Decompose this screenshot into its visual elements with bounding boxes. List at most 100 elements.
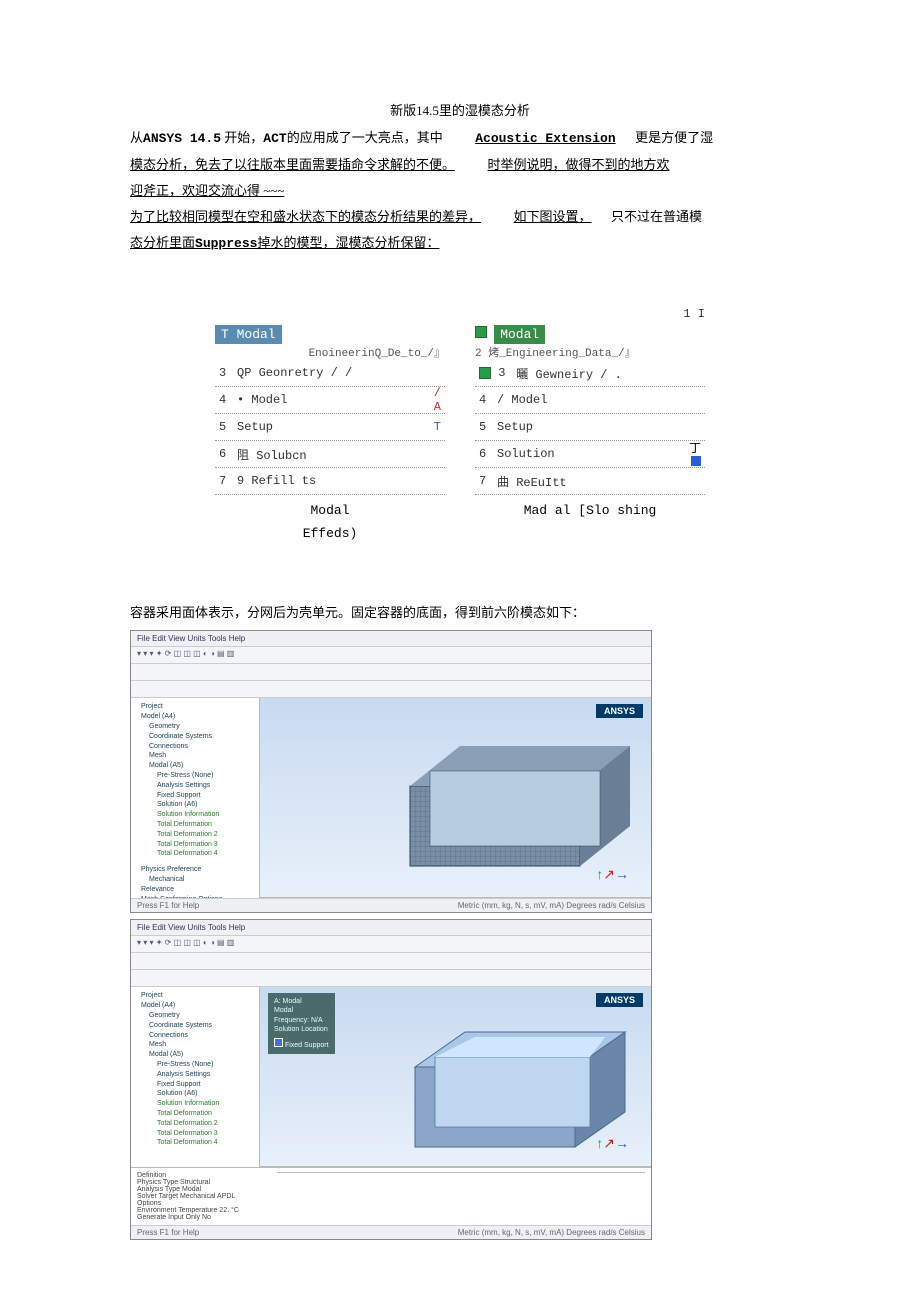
wb-cell-results[interactable]: 7曲 ReEuItt <box>475 468 705 495</box>
wb-foot-b: Mad al [Slo shing <box>475 503 705 518</box>
toolbar[interactable]: ▾ ▾ ▾ ✦ ⟳ ◫ ◫ ◫ ◐ ◑ ▤ ▥ <box>131 936 651 953</box>
details-row: Environment Temperature 22. °C <box>137 1207 257 1214</box>
wb-cell: 2 烤_Engineering_Data_/』 <box>475 344 705 360</box>
status-bar: Press F1 for Help Metric (mm, kg, N, s, … <box>131 1225 651 1239</box>
wb-header-b: Modal <box>494 325 545 344</box>
square-icon <box>479 367 491 379</box>
txt: 只不过在普通模 <box>611 209 702 224</box>
menubar[interactable]: File Edit View Units Tools Help <box>131 631 651 647</box>
tree-item[interactable]: Total Deformation 4 <box>135 849 255 859</box>
txt: 时举例说明，做得不到的地方欢 <box>488 152 670 178</box>
details-row: Mesh Conforming Options <box>135 895 255 899</box>
txt: Acoustic Extension <box>475 126 615 152</box>
wb-cell-setup[interactable]: 5SetupT <box>215 414 445 441</box>
wb-cell: EnoineerinQ_De_to_/』 <box>215 344 445 360</box>
txt: 从 <box>130 130 143 145</box>
tree-item[interactable]: Modal (A5) <box>135 761 255 771</box>
doc-title: 新版14.5里的湿模态分析 <box>130 100 790 119</box>
ansys-logo: ANSYS <box>596 993 643 1007</box>
menubar[interactable]: File Edit View Units Tools Help <box>131 920 651 936</box>
square-icon: 丁 <box>683 439 701 470</box>
axis-triad-icon: ↑↗→ <box>596 866 629 883</box>
tree-item[interactable]: Total Deformation <box>135 1109 255 1119</box>
details-pane[interactable]: Definition Physics Type Structural Analy… <box>131 1167 651 1225</box>
details-row: Physics Preference <box>135 865 255 875</box>
toolbar[interactable]: ▾ ▾ ▾ ✦ ⟳ ◫ ◫ ◫ ◐ ◑ ▤ ▥ <box>131 647 651 664</box>
view-legend: A: Modal Modal Frequency: N/A Solution L… <box>268 993 335 1053</box>
wb-cell-setup[interactable]: 5Setup <box>475 414 705 441</box>
toolbar-2[interactable] <box>131 664 651 681</box>
tree-item[interactable]: Total Deformation 3 <box>135 840 255 850</box>
tree-item[interactable]: Mesh <box>135 1040 255 1050</box>
status-left: Press F1 for Help <box>137 1228 199 1237</box>
graphics-view[interactable]: A: Modal Modal Frequency: N/A Solution L… <box>260 987 651 1167</box>
txt: ANSYS 14.5 <box>143 131 221 146</box>
ansys-mech-screenshot-1: File Edit View Units Tools Help ▾ ▾ ▾ ✦ … <box>130 630 652 913</box>
tree-item[interactable]: Geometry <box>135 1011 255 1021</box>
tree-item[interactable]: Pre-Stress (None) <box>135 771 255 781</box>
details-row: Analysis Type Modal <box>137 1186 257 1193</box>
txt: 如下图设置， <box>514 204 592 230</box>
wb-system-b: 1 I Modal 2 烤_Engineering_Data_/』 3曬 Gew… <box>475 307 705 541</box>
tree-item[interactable]: Coordinate Systems <box>135 732 255 742</box>
toolbar-2[interactable] <box>131 953 651 970</box>
status-right: Metric (mm, kg, N, s, mV, mA) Degrees ra… <box>458 1228 645 1237</box>
tree-item[interactable]: Connections <box>135 1031 255 1041</box>
ansys-mech-screenshot-2: File Edit View Units Tools Help ▾ ▾ ▾ ✦ … <box>130 919 652 1240</box>
outline-tree[interactable]: Project Model (A4) Geometry Coordinate S… <box>131 698 260 898</box>
status-bar: Press F1 for Help Metric (mm, kg, N, s, … <box>131 898 651 912</box>
workbench-schematic: T Modal EnoineerinQ_De_to_/』 3QP Geonret… <box>130 307 790 541</box>
tree-item[interactable]: Analysis Settings <box>135 781 255 791</box>
mesh-box-icon <box>380 716 660 876</box>
tree-item[interactable]: Total Deformation <box>135 820 255 830</box>
txt: 更是方便了湿 <box>635 130 713 145</box>
tree-item[interactable]: Total Deformation 2 <box>135 830 255 840</box>
tree-item[interactable]: Total Deformation 4 <box>135 1138 255 1148</box>
tree-item[interactable]: Connections <box>135 742 255 752</box>
wb-cell-solution[interactable]: 6Solution丁 <box>475 441 705 468</box>
tree-item[interactable]: Modal (A5) <box>135 1050 255 1060</box>
txt: 模态分析，免去了以往版本里面需要插命令求解的不便。 <box>130 152 455 178</box>
tree-item[interactable]: Solution (A6) <box>135 1089 255 1099</box>
graph-panel <box>277 1172 645 1213</box>
toolbar-3[interactable] <box>131 970 651 987</box>
tree-item[interactable]: Coordinate Systems <box>135 1021 255 1031</box>
wb-icon-b <box>475 326 487 338</box>
tree-item[interactable]: Project <box>135 702 255 712</box>
details-row: Generate Input Only No <box>137 1214 257 1221</box>
tree-item[interactable]: Fixed Support <box>135 1080 255 1090</box>
tree-item[interactable]: Solution (A6) <box>135 800 255 810</box>
details-row: Mechanical <box>135 875 255 885</box>
tree-item[interactable]: Project <box>135 991 255 1001</box>
tree-item[interactable]: Analysis Settings <box>135 1070 255 1080</box>
tree-item[interactable]: Total Deformation 2 <box>135 1119 255 1129</box>
graphics-view[interactable]: ANSYS <box>260 698 651 898</box>
tree-item[interactable]: Pre-Stress (None) <box>135 1060 255 1070</box>
txt: 迎斧正，欢迎交流心得 ~~~ <box>130 178 284 204</box>
wb-foot-a: Modal <box>215 503 445 518</box>
tree-item[interactable]: Solution Information <box>135 1099 255 1109</box>
tree-item[interactable]: Model (A4) <box>135 1001 255 1011</box>
tree-item[interactable]: Mesh <box>135 751 255 761</box>
txt: 为了比较相同模型在空和盛水状态下的模态分析结果的差异， <box>130 204 481 230</box>
wb-cell-geometry[interactable]: 3QP Geonretry / / <box>215 360 445 387</box>
tree-item[interactable]: Total Deformation 3 <box>135 1129 255 1139</box>
wb-cell-solution[interactable]: 6阻 Solubcn <box>215 441 445 468</box>
tree-item[interactable]: Geometry <box>135 722 255 732</box>
txt: 的应用成了一大亮点，其中 <box>287 130 443 145</box>
wb-foot-a2: Effeds) <box>215 526 445 541</box>
outline-tree[interactable]: Project Model (A4) Geometry Coordinate S… <box>131 987 260 1167</box>
wb-cell-results[interactable]: 79 Refill ts <box>215 468 445 495</box>
txt: ACT <box>263 131 286 146</box>
wb-system-a: T Modal EnoineerinQ_De_to_/』 3QP Geonret… <box>215 307 445 541</box>
tree-item[interactable]: Model (A4) <box>135 712 255 722</box>
wb-cell-model[interactable]: 4• Model/ A <box>215 387 445 414</box>
tree-item[interactable]: Solution Information <box>135 810 255 820</box>
wb-cell-geometry[interactable]: 3曬 Gewneiry / . <box>475 360 705 387</box>
wb-topbar: 1 I <box>475 307 705 321</box>
details-row: Relevance <box>135 885 255 895</box>
tree-item[interactable]: Fixed Support <box>135 791 255 801</box>
axis-triad-icon: ↑↗→ <box>596 1135 629 1152</box>
toolbar-3[interactable] <box>131 681 651 698</box>
wb-cell-model[interactable]: 4/ Model <box>475 387 705 414</box>
